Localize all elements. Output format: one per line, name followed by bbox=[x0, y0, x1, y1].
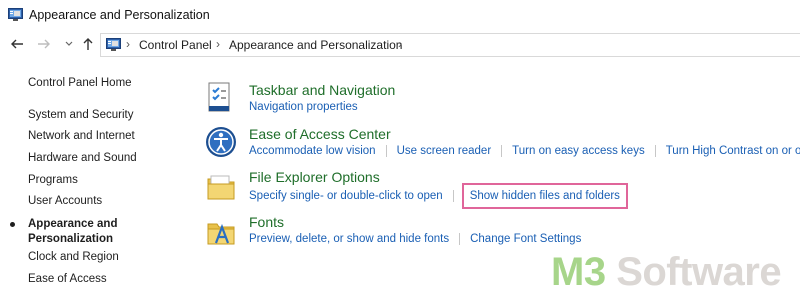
category-links-file-explorer: Specify single- or double-click to open … bbox=[249, 183, 628, 209]
link-divider bbox=[501, 145, 503, 157]
category-links-taskbar: Navigation properties bbox=[249, 101, 358, 113]
breadcrumb-separator[interactable]: › bbox=[126, 37, 130, 51]
control-panel-icon bbox=[106, 38, 121, 51]
category-title-taskbar[interactable]: Taskbar and Navigation bbox=[249, 82, 395, 98]
sidebar-item-appearance-line1[interactable]: Appearance and bbox=[28, 217, 117, 231]
link-divider bbox=[385, 145, 387, 157]
category-title-fonts[interactable]: Fonts bbox=[249, 214, 284, 230]
link-high-contrast[interactable]: Turn High Contrast on or off bbox=[666, 145, 800, 157]
window-title: Appearance and Personalization bbox=[29, 8, 210, 22]
link-navigation-properties[interactable]: Navigation properties bbox=[249, 101, 358, 113]
link-use-screen-reader[interactable]: Use screen reader bbox=[397, 145, 492, 157]
taskbar-checklist-icon bbox=[208, 82, 230, 112]
highlight-box: Show hidden files and folders bbox=[461, 183, 628, 209]
up-arrow-icon[interactable] bbox=[80, 37, 96, 53]
sidebar-item-programs[interactable]: Programs bbox=[28, 174, 78, 186]
sidebar-item-network[interactable]: Network and Internet bbox=[28, 130, 135, 142]
link-preview-fonts[interactable]: Preview, delete, or show and hide fonts bbox=[249, 233, 449, 245]
breadcrumb-control-panel[interactable]: Control Panel bbox=[139, 38, 212, 52]
fonts-folder-icon bbox=[207, 223, 235, 245]
current-item-bullet bbox=[10, 222, 15, 227]
folder-options-icon bbox=[207, 175, 235, 200]
link-divider bbox=[452, 190, 454, 202]
sidebar-item-clock-region[interactable]: Clock and Region bbox=[28, 251, 119, 263]
navigation-bar: › Control Panel › Appearance and Persona… bbox=[0, 33, 800, 59]
category-links-fonts: Preview, delete, or show and hide fonts … bbox=[249, 233, 581, 245]
forward-arrow-icon[interactable] bbox=[36, 37, 52, 53]
category-links-ease-of-access: Accommodate low vision Use screen reader… bbox=[249, 145, 800, 157]
sidebar-item-system-security[interactable]: System and Security bbox=[28, 109, 133, 121]
sidebar-item-appearance-line2[interactable]: Personalization bbox=[28, 232, 113, 246]
title-bar: Appearance and Personalization bbox=[0, 0, 800, 32]
back-arrow-icon[interactable] bbox=[9, 37, 25, 53]
breadcrumb-separator[interactable]: › bbox=[216, 37, 220, 51]
link-divider bbox=[654, 145, 656, 157]
link-change-font-settings[interactable]: Change Font Settings bbox=[470, 233, 581, 245]
link-accommodate-low-vision[interactable]: Accommodate low vision bbox=[249, 145, 376, 157]
link-easy-access-keys[interactable]: Turn on easy access keys bbox=[512, 145, 645, 157]
ease-of-access-icon bbox=[206, 127, 236, 157]
link-divider bbox=[459, 233, 461, 245]
watermark-m3: M3 bbox=[551, 250, 606, 294]
sidebar-home-link[interactable]: Control Panel Home bbox=[28, 77, 132, 89]
link-show-hidden-files[interactable]: Show hidden files and folders bbox=[470, 190, 620, 202]
watermark-logo: M3 Software bbox=[551, 250, 782, 295]
link-single-double-click[interactable]: Specify single- or double-click to open bbox=[249, 190, 443, 202]
address-bar[interactable]: › Control Panel › Appearance and Persona… bbox=[100, 33, 800, 57]
sidebar-item-hardware[interactable]: Hardware and Sound bbox=[28, 152, 137, 164]
breadcrumb-separator[interactable]: › bbox=[398, 37, 402, 51]
sidebar-item-ease-of-access[interactable]: Ease of Access bbox=[28, 273, 107, 285]
breadcrumb-appearance[interactable]: Appearance and Personalization bbox=[229, 38, 402, 52]
chevron-down-icon[interactable] bbox=[61, 37, 77, 53]
control-panel-icon bbox=[8, 8, 23, 21]
watermark-software: Software bbox=[605, 250, 782, 294]
category-title-ease-of-access[interactable]: Ease of Access Center bbox=[249, 126, 391, 142]
sidebar-item-user-accounts[interactable]: User Accounts bbox=[28, 195, 102, 207]
